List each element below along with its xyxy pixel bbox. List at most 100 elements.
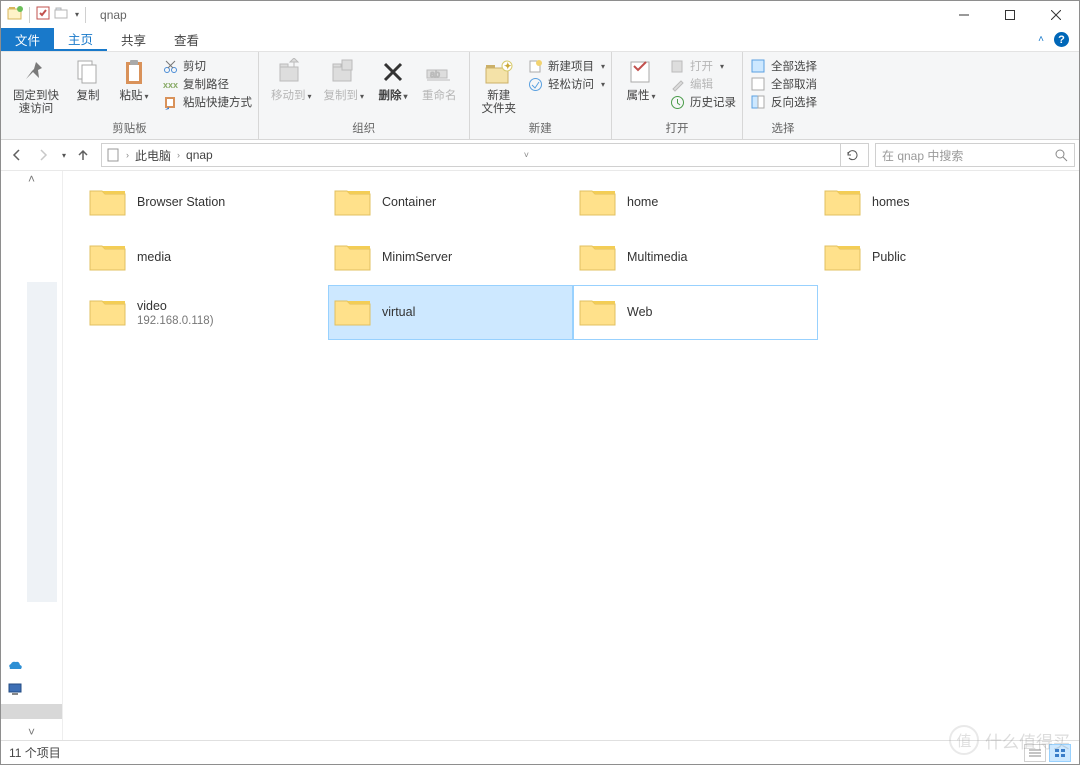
folder-icon <box>577 236 619 279</box>
ribbon-group-new: ✦ 新建 文件夹 新建项目▾ 轻松访问▾ 新建 <box>470 52 613 139</box>
breadcrumb[interactable]: › 此电脑 › qnap ˅ <box>101 143 869 167</box>
back-button[interactable] <box>5 143 29 167</box>
view-icons-button[interactable] <box>1049 744 1071 762</box>
folder-item[interactable]: home <box>573 175 818 230</box>
folder-item[interactable]: Public <box>818 230 1063 285</box>
refresh-button[interactable] <box>840 143 864 167</box>
folder-item[interactable]: Multimedia <box>573 230 818 285</box>
tab-view[interactable]: 查看 <box>160 28 213 51</box>
folder-name: virtual <box>382 305 415 321</box>
copy-to-button[interactable]: 复制到▾ <box>318 56 371 105</box>
properties-button[interactable]: 属性▾ <box>618 56 664 105</box>
svg-text:xxx: xxx <box>163 80 178 90</box>
content-pane[interactable]: Browser Station Container home homes media Mi… <box>63 171 1079 740</box>
app-icon <box>7 5 23 24</box>
svg-text:✦: ✦ <box>504 61 512 71</box>
invert-selection-button[interactable]: 反向选择 <box>751 94 817 110</box>
folder-icon <box>577 291 619 334</box>
breadcrumb-dropdown-icon[interactable]: ˅ <box>520 150 533 160</box>
delete-button[interactable]: 删除▾ <box>370 56 416 105</box>
paste-shortcut-button[interactable]: 粘贴快捷方式 <box>163 94 252 110</box>
folder-item[interactable]: MinimServer <box>328 230 573 285</box>
folder-name: media <box>137 250 171 266</box>
folder-name: Web <box>627 305 652 321</box>
title-bar: ▾ qnap <box>1 1 1079 28</box>
minimize-button[interactable] <box>941 1 987 28</box>
folder-name: Container <box>382 195 436 211</box>
pin-button[interactable]: 固定到快 速访问 <box>7 56 65 118</box>
ribbon: 固定到快 速访问 复制 粘贴▾ 剪切 xxx复制路径 粘贴快捷方式 剪贴板 <box>1 52 1079 140</box>
folder-name: MinimServer <box>382 250 452 266</box>
group-label-open: 打开 <box>618 118 736 137</box>
folder-item[interactable]: media <box>83 230 328 285</box>
svg-text:ab: ab <box>430 69 440 79</box>
copy-button[interactable]: 复制 <box>65 56 111 105</box>
folder-icon <box>332 236 374 279</box>
recent-dropdown-icon[interactable]: ▾ <box>57 143 69 167</box>
forward-button[interactable] <box>31 143 55 167</box>
copy-path-button[interactable]: xxx复制路径 <box>163 76 252 92</box>
select-none-button[interactable]: 全部取消 <box>751 76 817 92</box>
body: ˄ ˅ Browser Station Container home homes med… <box>1 171 1079 740</box>
qat-dropdown-icon[interactable]: ▾ <box>75 10 79 19</box>
cut-button[interactable]: 剪切 <box>163 58 252 74</box>
qat-new-folder-icon[interactable] <box>54 6 69 23</box>
group-label-new: 新建 <box>476 118 606 137</box>
breadcrumb-seg[interactable]: qnap <box>186 148 213 162</box>
history-button[interactable]: 历史记录 <box>670 94 736 110</box>
ribbon-group-open: 属性▾ 打开▾ 编辑 历史记录 打开 <box>612 52 743 139</box>
qat-properties-icon[interactable] <box>36 6 50 23</box>
folder-item[interactable]: virtual <box>328 285 573 340</box>
folder-icon <box>332 291 374 334</box>
quick-access-toolbar: ▾ <box>1 5 94 24</box>
search-icon <box>1055 149 1068 162</box>
folder-icon <box>87 291 129 334</box>
onedrive-icon[interactable] <box>7 658 23 674</box>
nav-pane[interactable]: ˄ ˅ <box>1 171 63 740</box>
folder-icon <box>822 181 864 224</box>
paste-button[interactable]: 粘贴▾ <box>111 56 157 105</box>
move-to-button[interactable]: 移动到▾ <box>265 56 318 105</box>
chevron-right-icon[interactable]: › <box>174 150 183 160</box>
ribbon-group-clipboard: 固定到快 速访问 复制 粘贴▾ 剪切 xxx复制路径 粘贴快捷方式 剪贴板 <box>1 52 259 139</box>
help-icon[interactable]: ? <box>1054 32 1069 47</box>
group-label-organize: 组织 <box>265 118 463 137</box>
new-item-button[interactable]: 新建项目▾ <box>528 58 605 74</box>
edit-button[interactable]: 编辑 <box>670 76 736 92</box>
tab-file[interactable]: 文件 <box>1 28 54 51</box>
folder-icon <box>822 236 864 279</box>
folder-name: home <box>627 195 658 211</box>
scroll-up-icon[interactable]: ˄ <box>1 171 62 187</box>
folder-item[interactable]: Container <box>328 175 573 230</box>
close-button[interactable] <box>1033 1 1079 28</box>
folder-item[interactable]: Web <box>573 285 818 340</box>
ribbon-collapse-icon[interactable]: ˄ <box>1038 34 1044 45</box>
search-input[interactable]: 在 qnap 中搜索 <box>875 143 1075 167</box>
status-bar: 11 个项目 <box>1 740 1079 764</box>
tab-share[interactable]: 共享 <box>107 28 160 51</box>
this-pc-icon[interactable] <box>7 681 23 697</box>
maximize-button[interactable] <box>987 1 1033 28</box>
view-details-button[interactable] <box>1024 744 1046 762</box>
ribbon-group-organize: 移动到▾ 复制到▾ 删除▾ ab 重命名 组织 <box>259 52 470 139</box>
rename-button[interactable]: ab 重命名 <box>416 56 463 105</box>
folder-item[interactable]: video192.168.0.118) <box>83 285 328 340</box>
tab-home[interactable]: 主页 <box>54 28 107 51</box>
folder-item[interactable]: homes <box>818 175 1063 230</box>
group-label-select: 选择 <box>749 118 817 137</box>
breadcrumb-seg[interactable]: 此电脑 <box>135 147 171 164</box>
group-label-clipboard: 剪贴板 <box>7 118 252 137</box>
open-button[interactable]: 打开▾ <box>670 58 736 74</box>
chevron-right-icon[interactable]: › <box>123 150 132 160</box>
folder-item[interactable]: Browser Station <box>83 175 328 230</box>
page-icon <box>106 148 120 162</box>
select-all-button[interactable]: 全部选择 <box>751 58 817 74</box>
easy-access-button[interactable]: 轻松访问▾ <box>528 76 605 92</box>
up-button[interactable] <box>71 143 95 167</box>
folder-icon <box>87 236 129 279</box>
item-count: 11 个项目 <box>9 744 61 761</box>
folder-subtitle: 192.168.0.118) <box>137 315 214 327</box>
scroll-down-icon[interactable]: ˅ <box>1 724 62 740</box>
new-folder-button[interactable]: ✦ 新建 文件夹 <box>476 56 523 118</box>
window-title: qnap <box>100 8 127 22</box>
